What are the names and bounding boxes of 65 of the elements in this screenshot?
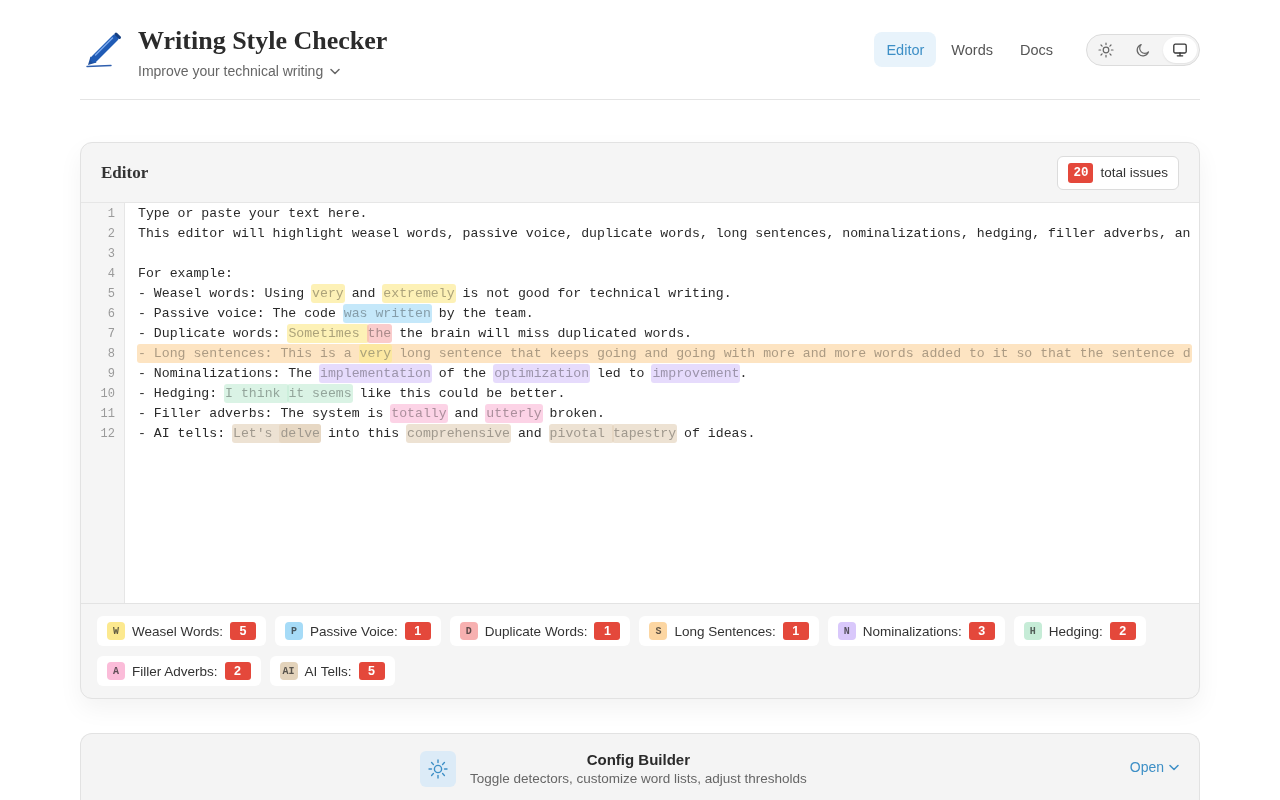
app-title: Writing Style Checker: [138, 25, 388, 57]
line-number: 5: [106, 286, 115, 303]
config-description: Toggle detectors, customize word lists, adjust thresholds: [469, 770, 807, 788]
legend-label: Nominalizations:: [862, 623, 962, 639]
nav-tab[interactable]: Words: [939, 32, 1005, 67]
issue-label: total issues: [1100, 165, 1168, 180]
count-badge: 2: [224, 662, 251, 680]
code-line: - Nominalizations: The implementation of the optimization led to improvement.: [138, 364, 749, 384]
count-badge: 1: [594, 622, 621, 640]
category-key: H: [1023, 622, 1042, 640]
issue-count-badge: 20: [1068, 162, 1094, 183]
line-number: 12: [99, 426, 115, 443]
moon-icon: [1135, 41, 1151, 58]
category-key: D: [459, 622, 478, 640]
code-line: - AI tells: Let's delve into this comprehensive and pivotal tapestry of ideas.: [138, 424, 757, 444]
code-line: - Passive voice: The code was written by the team.: [138, 304, 535, 324]
category-key: P: [285, 622, 304, 640]
code-line: This editor will highlight weasel words, passive voice, duplicate words, long sentences, nominalizations, hedging, filler adverbs, an: [138, 225, 1192, 243]
open-button[interactable]: Open: [1125, 759, 1179, 775]
legend-label: Long Sentences:: [674, 623, 776, 639]
code-line: - Weasel words: Using very and extremely is not good for technical writing.: [138, 284, 733, 304]
line-number: 11: [99, 406, 115, 423]
nav-tab[interactable]: Docs: [1007, 32, 1065, 67]
line-number: 6: [106, 306, 115, 323]
line-number: 10: [99, 386, 115, 403]
count-badge: 1: [782, 622, 809, 640]
chevron-down-icon: [1169, 763, 1179, 771]
legend-label: Hedging:: [1048, 623, 1103, 639]
category-key: W: [107, 622, 125, 640]
line-number: 7: [106, 326, 115, 343]
count-badge: 2: [1109, 622, 1136, 640]
code-line: - Filler adverbs: The system is totally and utterly broken.: [138, 404, 606, 424]
count-badge: 3: [968, 622, 995, 640]
line-number: 9: [106, 366, 115, 383]
nav-tab[interactable]: Editor: [874, 32, 937, 67]
legend-label: Weasel Words:: [132, 623, 224, 639]
line-number: 2: [106, 226, 115, 243]
monitor-icon: [1172, 41, 1188, 58]
category-key: AI: [279, 662, 298, 680]
theme-mode-button[interactable]: [1163, 36, 1197, 63]
line-number: 1: [106, 206, 115, 223]
subtitle-dropdown[interactable]: Improve your technical writing: [138, 62, 341, 80]
code-line: Type or paste your text here.: [138, 205, 369, 223]
category-key: N: [837, 622, 856, 640]
sun-icon: [1098, 41, 1114, 58]
line-number: 4: [106, 266, 115, 283]
panel-title: Editor: [101, 162, 149, 183]
code-line: - Hedging: I think it seems like this could be better.: [138, 384, 567, 404]
count-badge: 5: [358, 662, 385, 680]
count-badge: 5: [230, 622, 257, 640]
count-badge: 1: [404, 622, 431, 640]
category-key: S: [649, 622, 668, 640]
line-number: 8: [106, 346, 115, 363]
code-line: - Duplicate words: Sometimes the the brain will miss duplicated words.: [138, 324, 693, 344]
line-number: 3: [106, 246, 115, 263]
chevron-down-icon: [330, 67, 341, 75]
legend-label: Filler Adverbs:: [132, 663, 218, 679]
text-editor[interactable]: [125, 203, 1199, 603]
code-line: For example:: [138, 265, 234, 283]
legend-label: Passive Voice:: [310, 623, 398, 639]
sun-icon: [419, 751, 456, 787]
config-title: Config Builder: [586, 751, 691, 769]
category-key: A: [107, 662, 125, 680]
legend-label: AI Tells:: [304, 663, 352, 679]
legend-label: Duplicate Words:: [484, 623, 588, 639]
